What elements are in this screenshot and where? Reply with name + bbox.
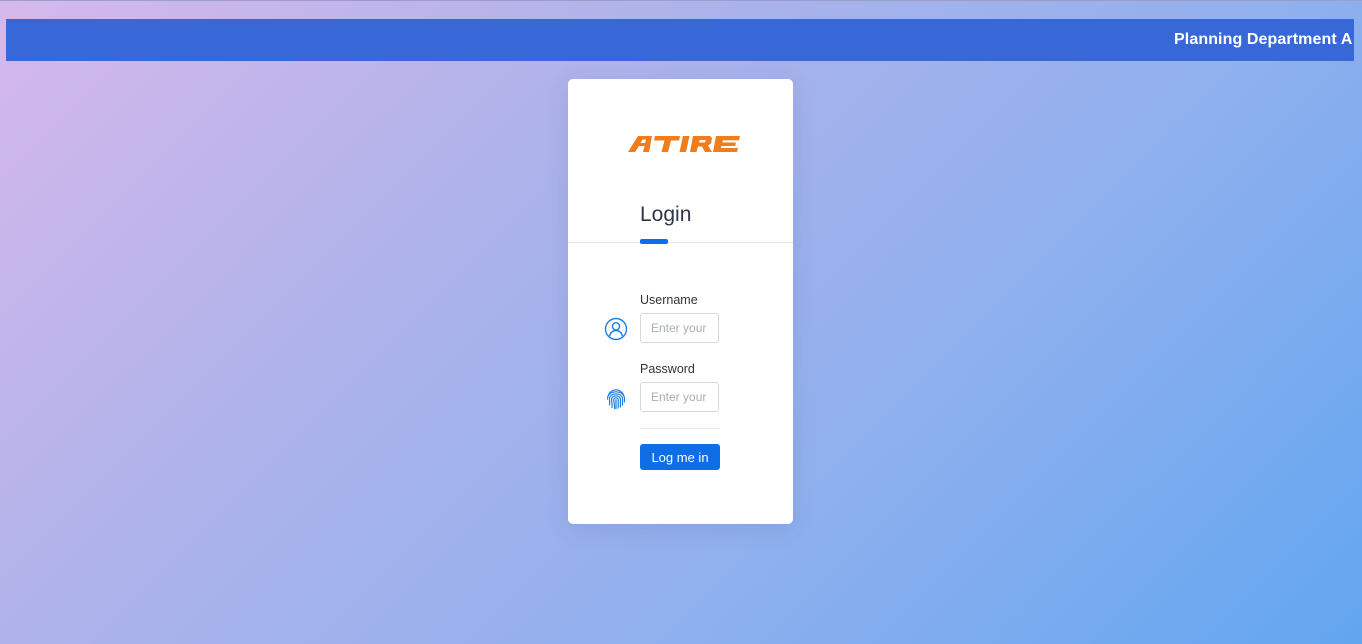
marquee-bar: Planning Department A [6,19,1354,61]
title-accent-bar [640,239,668,244]
top-border [0,0,1362,1]
password-input[interactable] [640,382,719,412]
fingerprint-icon [606,389,626,410]
login-title: Login [640,203,692,226]
password-label: Password [640,362,695,376]
user-circle-icon [604,317,628,341]
atire-logo [628,136,740,152]
marquee-text: Planning Department A [1174,31,1353,48]
login-card: Login Username Password Log me in [568,79,793,524]
form-divider [640,428,720,429]
login-button[interactable]: Log me in [640,444,720,470]
title-divider [568,242,793,243]
username-input[interactable] [640,313,719,343]
username-label: Username [640,293,698,307]
